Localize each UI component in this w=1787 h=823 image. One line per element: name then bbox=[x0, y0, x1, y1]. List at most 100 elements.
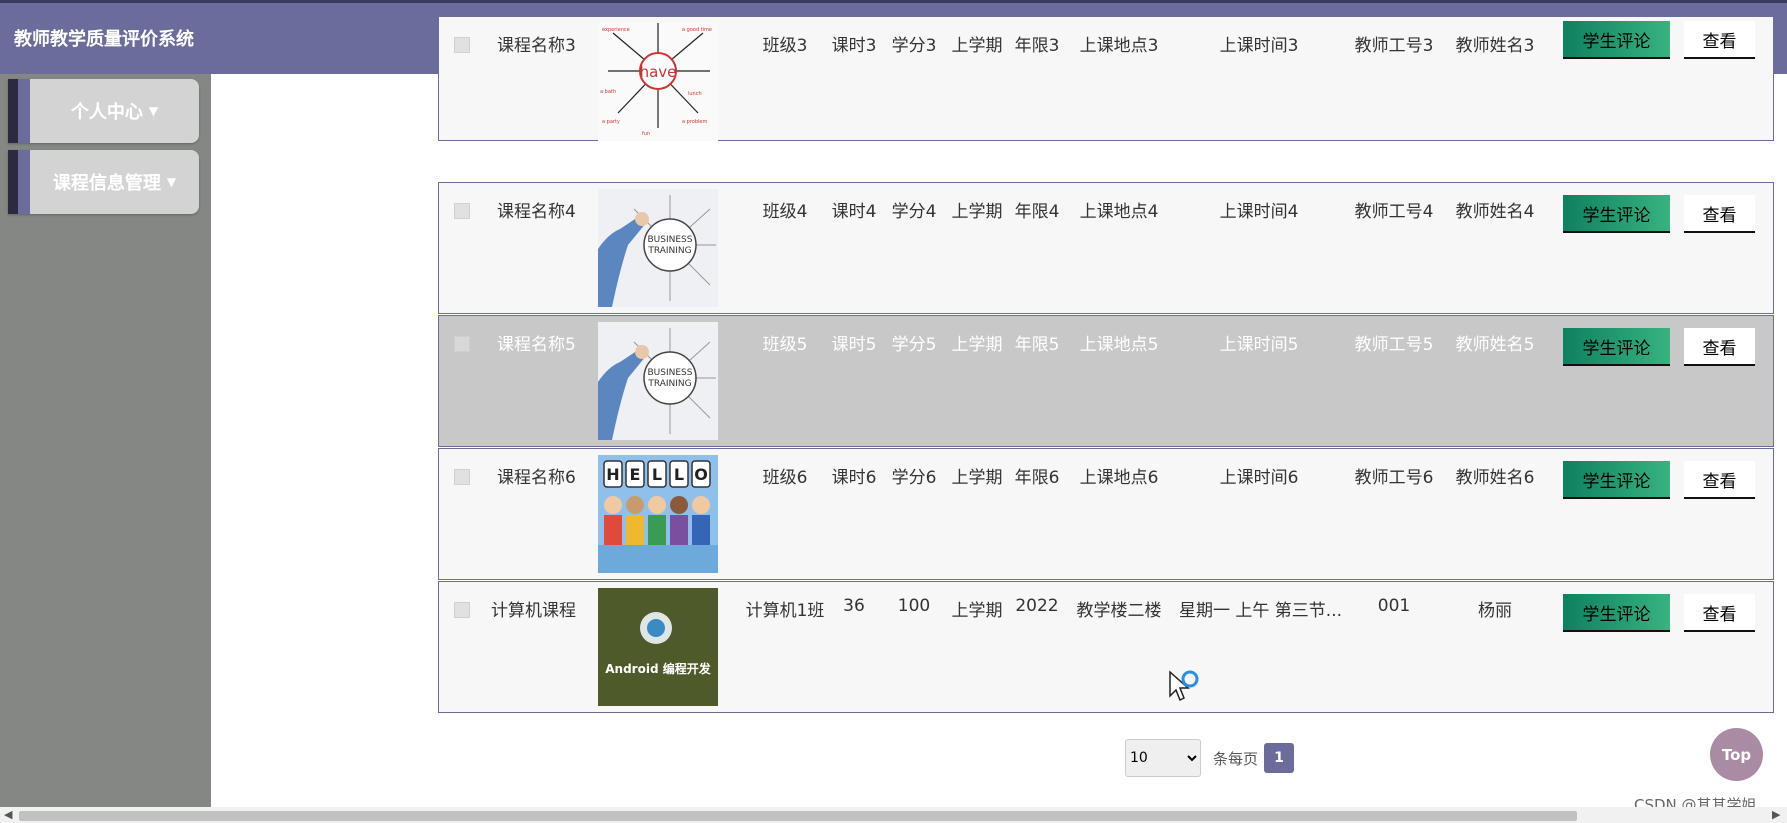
student-comment-button[interactable]: 学生评论 bbox=[1563, 594, 1670, 632]
credit: 学分4 bbox=[891, 202, 937, 222]
svg-text:BUSINESS: BUSINESS bbox=[648, 235, 693, 245]
teacher-name: 教师姓名4 bbox=[1455, 202, 1535, 222]
credit: 学分6 bbox=[891, 468, 937, 488]
term: 上学期 bbox=[951, 202, 1003, 222]
svg-text:have: have bbox=[640, 63, 677, 81]
hours: 课时5 bbox=[831, 335, 877, 355]
teacher-name: 教师姓名5 bbox=[1455, 335, 1535, 355]
svg-text:L: L bbox=[652, 465, 662, 484]
years: 2022 bbox=[1015, 596, 1059, 616]
view-button[interactable]: 查看 bbox=[1684, 21, 1755, 59]
location: 上课地点5 bbox=[1079, 335, 1159, 355]
teacher-id: 教师工号6 bbox=[1354, 468, 1434, 488]
back-to-top-button[interactable]: Top bbox=[1710, 728, 1763, 781]
sidebar-accent-bar bbox=[8, 79, 18, 143]
row-checkbox[interactable] bbox=[454, 602, 470, 618]
svg-text:lunch: lunch bbox=[688, 91, 702, 97]
caret-down-icon: ▼ bbox=[148, 104, 159, 118]
hours: 课时3 bbox=[831, 36, 877, 56]
course-image: HELLO bbox=[598, 455, 718, 573]
location: 上课地点6 bbox=[1079, 468, 1159, 488]
app-title: 教师教学质量评价系统 bbox=[14, 29, 194, 50]
course-name: 课程名称6 bbox=[497, 468, 576, 488]
view-button[interactable]: 查看 bbox=[1684, 195, 1755, 233]
location: 教学楼二楼 bbox=[1076, 601, 1162, 621]
hours: 课时4 bbox=[831, 202, 877, 222]
course-name: 课程名称5 bbox=[497, 335, 576, 355]
teacher-name: 杨丽 bbox=[1478, 601, 1512, 621]
scrollbar-thumb[interactable] bbox=[19, 811, 1577, 821]
class: 计算机1班 bbox=[745, 601, 825, 621]
pagination: 10 条每页 1 bbox=[1125, 739, 1295, 777]
table-row[interactable]: 计算机课程 Android 编程开发 计算机1班 36 100 上学期 2022… bbox=[438, 581, 1774, 713]
term: 上学期 bbox=[951, 335, 1003, 355]
mouse-cursor-icon bbox=[1168, 670, 1202, 710]
location: 上课地点4 bbox=[1079, 202, 1159, 222]
svg-text:H: H bbox=[606, 465, 619, 484]
table-row[interactable]: 课程名称5 BUSINESS TRAINING 班级5 课时5 学分5 上学期 … bbox=[438, 315, 1774, 447]
per-page-label: 条每页 bbox=[1213, 749, 1259, 768]
view-button[interactable]: 查看 bbox=[1684, 328, 1755, 366]
sidebar-item-label-wrap: 个人中心 ▼ bbox=[30, 79, 199, 143]
course-image: BUSINESS TRAINING bbox=[598, 322, 718, 440]
horizontal-scrollbar[interactable]: ◀ ▶ bbox=[0, 807, 1787, 823]
course-image-caption: Android 编程开发 bbox=[605, 662, 711, 676]
table-row[interactable]: 课程名称3 have experience a good time a bath l… bbox=[438, 16, 1774, 141]
sidebar-item-personal-center[interactable]: 个人中心 ▼ bbox=[8, 79, 199, 143]
caret-down-icon: ▼ bbox=[166, 175, 177, 189]
sidebar-accent-bar bbox=[18, 150, 30, 214]
student-comment-button[interactable]: 学生评论 bbox=[1563, 328, 1670, 366]
years: 年限4 bbox=[1014, 202, 1060, 222]
teacher-id: 教师工号3 bbox=[1354, 36, 1434, 56]
term: 上学期 bbox=[951, 468, 1003, 488]
class-time: 星期一 上午 第三节... bbox=[1179, 601, 1343, 621]
class: 班级5 bbox=[762, 335, 808, 355]
years: 年限3 bbox=[1014, 36, 1060, 56]
svg-text:a bath: a bath bbox=[600, 89, 616, 95]
table-row[interactable]: 课程名称4 BUSINESS TRAINING 班级4 课时4 学分4 上学期 … bbox=[438, 182, 1774, 314]
course-image: Android 编程开发 bbox=[598, 588, 718, 706]
svg-text:a party: a party bbox=[602, 119, 620, 125]
teacher-name: 教师姓名3 bbox=[1455, 36, 1535, 56]
student-comment-button[interactable]: 学生评论 bbox=[1563, 461, 1670, 499]
teacher-id: 教师工号5 bbox=[1354, 335, 1434, 355]
row-checkbox[interactable] bbox=[454, 469, 470, 485]
table-row[interactable]: 课程名称6 HELLO 班级6 课时6 学分6 上学期 年限6 上课地点6 上课… bbox=[438, 448, 1774, 580]
student-comment-button[interactable]: 学生评论 bbox=[1563, 21, 1670, 59]
sidebar-item-course-management[interactable]: 课程信息管理 ▼ bbox=[8, 150, 199, 214]
svg-text:TRAINING: TRAINING bbox=[647, 246, 691, 256]
class: 班级3 bbox=[762, 36, 808, 56]
term: 上学期 bbox=[951, 36, 1003, 56]
view-button[interactable]: 查看 bbox=[1684, 594, 1755, 632]
term: 上学期 bbox=[951, 601, 1003, 621]
class: 班级6 bbox=[762, 468, 808, 488]
sidebar: 个人中心 ▼ 课程信息管理 ▼ bbox=[0, 74, 211, 807]
course-name: 计算机课程 bbox=[491, 601, 576, 621]
student-comment-button[interactable]: 学生评论 bbox=[1563, 195, 1670, 233]
credit: 学分3 bbox=[891, 36, 937, 56]
sidebar-item-label: 个人中心 bbox=[70, 102, 143, 123]
view-button[interactable]: 查看 bbox=[1684, 461, 1755, 499]
credit: 100 bbox=[897, 596, 931, 616]
sidebar-accent-bar bbox=[8, 150, 18, 214]
svg-text:E: E bbox=[630, 465, 641, 484]
course-name: 课程名称3 bbox=[497, 36, 576, 56]
scroll-left-icon[interactable]: ◀ bbox=[4, 808, 12, 821]
row-checkbox[interactable] bbox=[454, 203, 470, 219]
row-checkbox[interactable] bbox=[454, 37, 470, 53]
scroll-right-icon[interactable]: ▶ bbox=[1772, 808, 1780, 821]
page-button-current[interactable]: 1 bbox=[1264, 743, 1295, 773]
row-checkbox[interactable] bbox=[454, 336, 470, 352]
sidebar-accent-bar bbox=[18, 79, 30, 143]
class: 班级4 bbox=[762, 202, 808, 222]
sidebar-item-label-wrap: 课程信息管理 ▼ bbox=[30, 150, 199, 214]
svg-text:a problem: a problem bbox=[682, 119, 707, 125]
course-table: 课程名称3 have experience a good time a bath l… bbox=[438, 16, 1776, 714]
sidebar-item-label: 课程信息管理 bbox=[52, 173, 161, 194]
svg-text:L: L bbox=[674, 465, 684, 484]
svg-text:BUSINESS: BUSINESS bbox=[648, 368, 693, 378]
course-image: have experience a good time a bath lunch a… bbox=[598, 23, 718, 141]
class-time: 上课时间4 bbox=[1219, 202, 1299, 222]
page-size-select[interactable]: 10 bbox=[1125, 739, 1201, 777]
class-time: 上课时间6 bbox=[1219, 468, 1299, 488]
